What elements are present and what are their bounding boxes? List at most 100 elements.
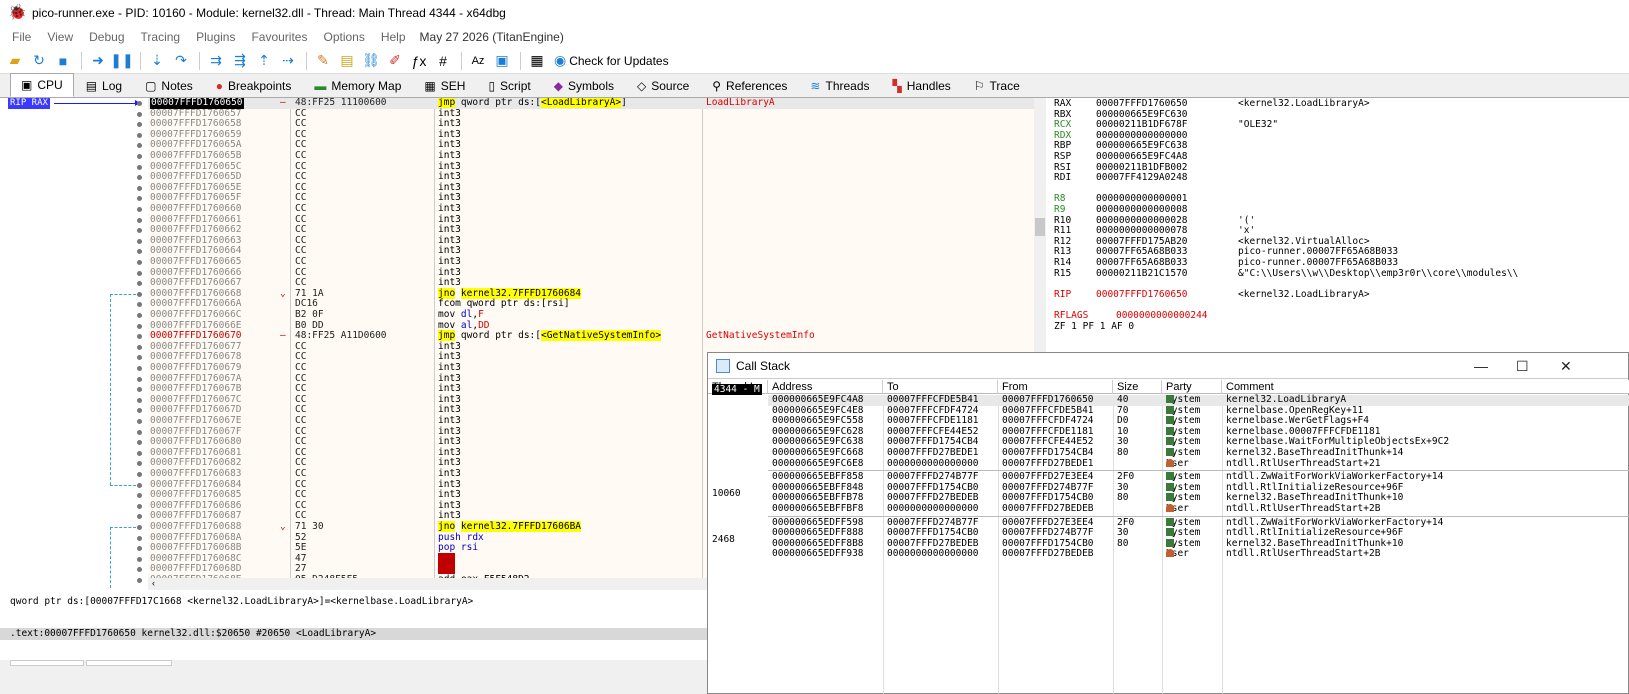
register-value[interactable]: 000000665E9FC638 — [1096, 140, 1238, 151]
call-stack-titlebar[interactable]: Call Stack — ☐ ✕ — [708, 353, 1628, 379]
disasm-gutter[interactable]: RIP RAX — [0, 98, 148, 588]
breakpoint-dot[interactable] — [137, 556, 142, 562]
breakpoint-dot[interactable] — [137, 260, 142, 265]
disasm-row[interactable]: 00007FFFD176065D CC int3 — [148, 172, 1034, 183]
call-stack-row[interactable]: 000000665EDFF938 0000000000000000 00007FFF… — [768, 549, 1629, 560]
comments-icon[interactable]: ▤ — [336, 50, 358, 72]
register-r8[interactable]: R8 0000000000000001 — [1054, 193, 1238, 204]
breakpoint-dot[interactable] — [137, 514, 142, 520]
disasm-row[interactable]: 00007FFFD176065E CC int3 — [148, 182, 1034, 194]
register-value[interactable]: 0000000000000001 — [1096, 193, 1238, 204]
breakpoint-dot[interactable] — [137, 387, 142, 393]
open-icon[interactable]: ▰ — [4, 50, 26, 72]
register-value[interactable]: 0000000000000078 — [1096, 225, 1238, 236]
disasm-row[interactable]: 00007FFFD1760668 ⌄ 71 1A jno kernel32.7FFFD… — [148, 287, 1034, 300]
register-r13[interactable]: R13 00007FF65A68B033 pico-runner.00007FF65… — [1054, 246, 1398, 257]
breakpoint-dot[interactable] — [137, 323, 142, 329]
disasm-row[interactable]: 00007FFFD176065B CC int3 — [148, 150, 1034, 162]
tab-symbols[interactable]: ◆ Symbols — [543, 75, 625, 97]
tab-handles[interactable]: ▚ Handles — [882, 75, 962, 97]
breakpoint-dot[interactable] — [137, 461, 142, 467]
breakpoint-dot[interactable] — [137, 238, 142, 244]
patch-icon[interactable]: ✎ — [312, 50, 334, 72]
breakpoint-dot[interactable] — [137, 578, 142, 583]
tab-memory-map[interactable]: ▬ Memory Map — [303, 75, 412, 97]
register-r15[interactable]: R15 00000211B21C1570 &"C:\\Users\\w\\Deskt… — [1054, 268, 1518, 279]
breakpoint-dot[interactable] — [137, 164, 142, 170]
font-icon[interactable]: Aᴢ — [467, 50, 489, 72]
check-updates-button[interactable]: ◉ Check for Updates — [554, 52, 669, 69]
dump-tab[interactable] — [86, 660, 172, 666]
register-r14[interactable]: R14 00007FF65A68B033 pico-runner.00007FF65… — [1054, 257, 1398, 268]
register-value[interactable]: 00007FF65A68B033 — [1096, 257, 1238, 268]
register-rflags[interactable]: RFLAGS 0000000000000244 — [1054, 310, 1258, 321]
disasm-row[interactable]: 00007FFFD176066A DC16 fcom qword ptr ds:[r… — [148, 299, 1034, 310]
call-stack-table[interactable]: 000000665E9FC4A8 00007FFFCFDE5B41 00007FFF… — [708, 384, 1629, 694]
breakpoint-dot[interactable] — [137, 154, 142, 159]
disasm-row[interactable]: 00007FFFD176065C CC int3 — [148, 161, 1034, 173]
register-value[interactable]: 000000665E9FC630 — [1096, 109, 1238, 120]
menu-view[interactable]: View — [39, 30, 81, 44]
disasm-row[interactable]: 00007FFFD1760650 –48:FF25 11100600 jmp qwo… — [148, 98, 1034, 109]
breakpoint-dot[interactable] — [137, 175, 142, 181]
disasm-row[interactable]: 00007FFFD1760657 CC int3 — [148, 108, 1034, 120]
tab-breakpoints[interactable]: ● Breakpoints — [205, 75, 303, 97]
registers-panel[interactable]: RAX 00007FFFD1760650 <kernel32.LoadLibrary… — [1046, 98, 1629, 348]
column-header[interactable]: Party — [1162, 380, 1222, 394]
restart-icon[interactable]: ↻ — [28, 50, 50, 72]
disasm-row[interactable]: 00007FFFD1760661 CC int3 — [148, 214, 1034, 226]
run-to-user-code-icon[interactable]: ⇢ — [277, 50, 299, 72]
register-value[interactable]: 00000211B1DFB002 — [1096, 162, 1238, 173]
disasm-row[interactable]: 00007FFFD1760664 CC int3 — [148, 246, 1034, 257]
breakpoint-dot[interactable] — [137, 408, 142, 414]
step-into-icon[interactable]: ⇣ — [146, 50, 168, 72]
register-rax[interactable]: RAX 00007FFFD1760650 <kernel32.LoadLibrary… — [1054, 98, 1370, 109]
disasm-hscrollbar[interactable]: ‹ — [148, 578, 708, 590]
breakpoint-dot[interactable] — [137, 143, 142, 149]
breakpoint-dot[interactable] — [137, 503, 142, 509]
breakpoint-dot[interactable] — [137, 334, 142, 340]
column-header[interactable]: Comment — [1222, 380, 1629, 394]
tab-source[interactable]: ◇ Source — [626, 75, 700, 97]
breakpoint-dot[interactable] — [137, 419, 142, 424]
breakpoint-dot[interactable] — [137, 535, 142, 541]
flags-line[interactable]: ZF 1 PF 1 AF 0 — [1054, 321, 1134, 332]
dump-tab[interactable] — [10, 660, 84, 666]
calculator-icon[interactable]: ▦ — [526, 50, 548, 72]
register-rsp[interactable]: RSP 000000665E9FC4A8 — [1054, 151, 1238, 162]
hash-icon[interactable]: # — [432, 50, 454, 72]
menu-help[interactable]: Help — [373, 30, 414, 44]
disasm-row[interactable]: 00007FFFD176065F CC int3 — [148, 193, 1034, 204]
tab-seh[interactable]: ▦ SEH — [413, 75, 476, 97]
disasm-row[interactable]: 00007FFFD1760663 CC int3 — [148, 235, 1034, 247]
register-r12[interactable]: R12 00007FFFD175AB20 <kernel32.VirtualAllo… — [1054, 236, 1370, 247]
breakpoint-dot[interactable] — [137, 228, 142, 234]
stop-icon[interactable]: ■ — [52, 50, 74, 72]
register-r9[interactable]: R9 0000000000000008 — [1054, 204, 1238, 215]
breakpoint-dot[interactable] — [137, 397, 142, 403]
disasm-row[interactable]: 00007FFFD1760660 CC int3 — [148, 203, 1034, 215]
tab-script[interactable]: ▯ Script — [477, 75, 541, 97]
breakpoint-dot[interactable] — [137, 493, 142, 499]
register-rbx[interactable]: RBX 000000665E9FC630 — [1054, 109, 1238, 120]
menu-file[interactable]: File — [4, 30, 39, 44]
breakpoint-dot[interactable] — [137, 207, 142, 212]
register-value[interactable]: 0000000000000244 — [1116, 310, 1258, 321]
execute-till-return-icon[interactable]: ⇡ — [253, 50, 275, 72]
breakpoint-dot[interactable] — [137, 217, 142, 223]
register-value[interactable]: 00000211B1DF678F — [1096, 119, 1238, 130]
breakpoint-dot[interactable] — [137, 440, 142, 446]
disasm-row[interactable]: 00007FFFD1760662 CC int3 — [148, 225, 1034, 236]
breakpoint-dot[interactable] — [137, 366, 142, 371]
labels-icon[interactable]: ⛓ — [360, 50, 382, 72]
register-value[interactable]: 0000000000000000 — [1096, 130, 1238, 141]
breakpoint-dot[interactable] — [137, 567, 142, 573]
trace-over-icon[interactable]: ⇶ — [229, 50, 251, 72]
call-stack-row[interactable]: 000000665EBFFBF8 0000000000000000 00007FFF… — [768, 503, 1629, 515]
breakpoint-dot[interactable] — [137, 482, 142, 488]
column-header[interactable]: From — [998, 380, 1113, 394]
breakpoint-dot[interactable] — [137, 313, 142, 318]
run-icon[interactable]: ➜ — [87, 50, 109, 72]
minimize-icon[interactable]: — — [1474, 358, 1488, 374]
call-stack-row[interactable]: 000000665E9FC668 00007FFFD27BEDE1 00007FFF… — [768, 447, 1629, 459]
